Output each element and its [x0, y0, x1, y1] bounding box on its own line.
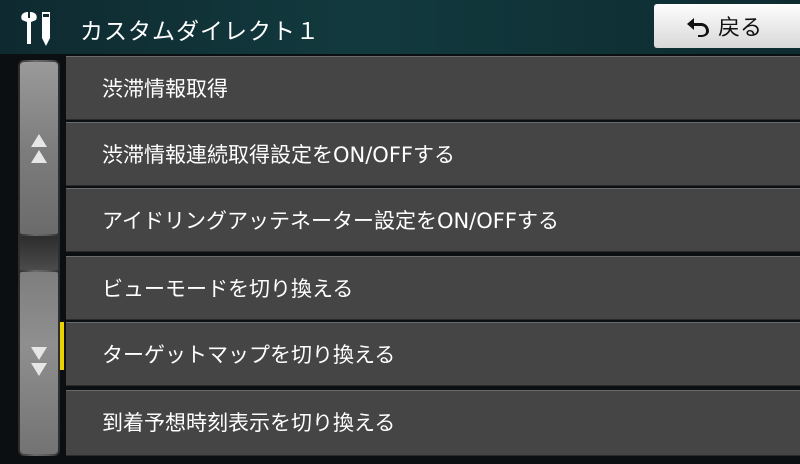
list-item[interactable]: 渋滞情報取得: [66, 56, 800, 120]
double-up-arrow-icon: [31, 134, 47, 163]
list-item[interactable]: ターゲットマップを切り換える: [66, 322, 800, 386]
scrollbar-thumb[interactable]: [20, 236, 58, 270]
back-button-label: 戻る: [717, 16, 762, 41]
scroll-down-button[interactable]: [20, 272, 58, 454]
tools-icon: [21, 12, 50, 46]
list-item-label: ビューモードを切り換える: [102, 277, 354, 301]
list-item-label: 渋滞情報取得: [102, 77, 228, 101]
double-down-arrow-icon: [31, 347, 47, 376]
list-item[interactable]: アイドリングアッテネーター設定をON/OFFする: [66, 188, 800, 252]
list-item-label: ターゲットマップを切り換える: [102, 343, 396, 367]
page-title: カスタムダイレクト１: [80, 19, 320, 45]
back-button[interactable]: 戻る: [654, 4, 800, 48]
list-item-label: 渋滞情報連続取得設定をON/OFFする: [102, 143, 455, 167]
list-item[interactable]: 渋滞情報連続取得設定をON/OFFする: [66, 122, 800, 186]
header-bar: カスタムダイレクト１ 戻る: [0, 0, 800, 54]
selection-marker: [60, 322, 64, 370]
return-arrow-icon: [686, 18, 709, 37]
list-item-label: 到着予想時刻表示を切り換える: [102, 411, 396, 435]
list-item[interactable]: 到着予想時刻表示を切り換える: [66, 390, 800, 456]
list-item[interactable]: ビューモードを切り換える: [66, 256, 800, 320]
list-item-label: アイドリングアッテネーター設定をON/OFFする: [102, 209, 559, 233]
menu-list: 渋滞情報取得 渋滞情報連続取得設定をON/OFFする アイドリングアッテネーター…: [66, 56, 800, 464]
scroll-up-button[interactable]: [20, 62, 58, 234]
